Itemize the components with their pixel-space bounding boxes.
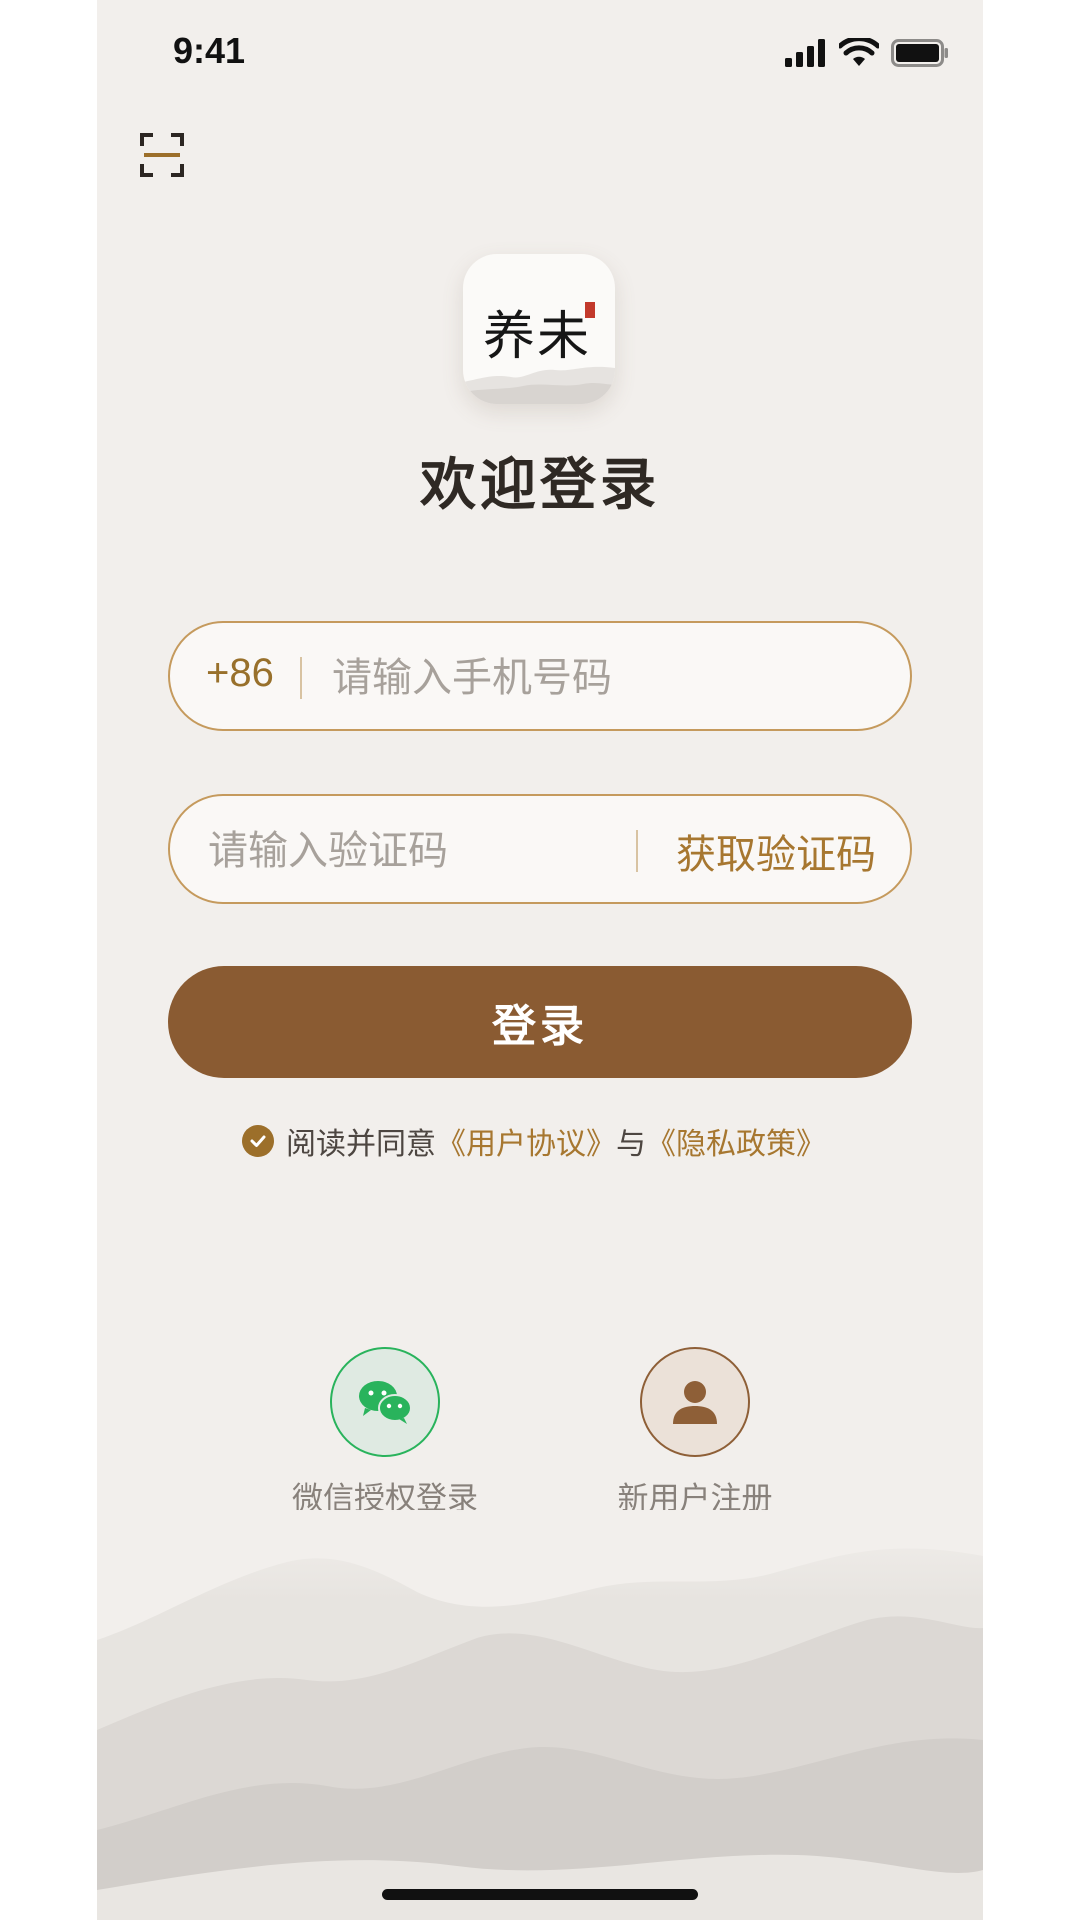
phone-input[interactable] [330,649,874,707]
wechat-icon [359,1381,412,1424]
verification-code-input[interactable] [206,822,610,880]
cellular-signal-icon [785,39,825,67]
wifi-icon [839,38,879,66]
wechat-login-button[interactable] [330,1347,440,1457]
new-user-register[interactable]: 新用户注册 [575,1347,815,1518]
page-title: 欢迎登录 [420,452,660,518]
country-code-prefix[interactable]: +86 [206,651,274,696]
agreement-connector: 与 [616,1127,646,1162]
prefix-divider [300,657,302,699]
agreement-row: 阅读并同意 《用户协议》 与 《隐私政策》 [242,1119,826,1163]
mountain-landscape-art [97,1510,983,1920]
phone-field: +86 [168,621,912,731]
privacy-policy-link[interactable]: 《隐私政策》 [646,1119,826,1163]
code-field: 获取验证码 [168,794,912,904]
login-button[interactable]: 登录 [168,966,912,1078]
status-time: 9:41 [173,30,246,71]
logo-mountain-art [463,366,615,404]
battery-icon [891,39,948,67]
wechat-login[interactable]: 微信授权登录 [265,1347,505,1518]
get-code-button[interactable]: 获取验证码 [676,822,876,880]
user-agreement-link[interactable]: 《用户协议》 [436,1119,616,1163]
status-icons [785,38,949,68]
check-icon[interactable] [242,1125,274,1157]
agreement-text: 阅读并同意 [286,1127,436,1162]
person-icon [673,1381,717,1424]
logo-seal [585,302,595,318]
login-screen: 9:41 养未 欢迎登录 +86 请输入手机号码 请输入验证码 获取验证码 登录… [97,0,983,1920]
app-logo: 养未 [463,254,615,404]
home-indicator[interactable] [382,1889,698,1900]
register-button[interactable] [640,1347,750,1457]
scan-icon[interactable] [139,132,185,178]
code-divider [636,830,638,872]
